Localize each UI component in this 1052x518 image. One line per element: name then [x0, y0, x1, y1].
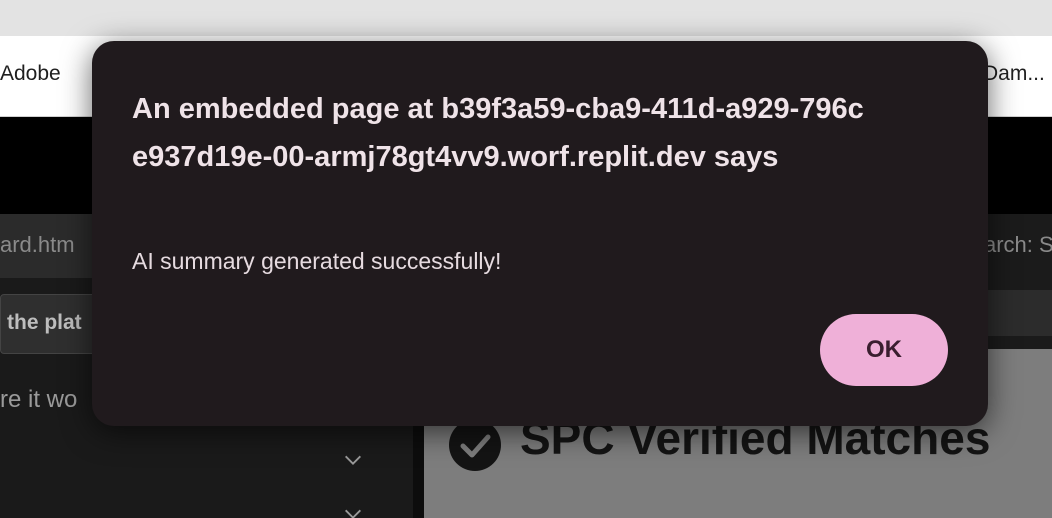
- chevron-down-icon[interactable]: [342, 449, 364, 471]
- search-input[interactable]: [979, 290, 1052, 336]
- panel-description: re it wo: [0, 386, 78, 413]
- prompt-input-text: the plat: [7, 311, 82, 334]
- browser-window: Adobe Dam... ard.htm the plat re it wo a…: [0, 0, 1052, 518]
- dialog-title: An embedded page at b39f3a59-cba9-411d-a…: [132, 93, 864, 173]
- bookmark-adobe[interactable]: Adobe: [0, 62, 61, 86]
- ok-button[interactable]: OK: [820, 314, 948, 386]
- browser-tab-strip: [0, 0, 1052, 36]
- search-label: arch: S: [984, 232, 1052, 257]
- alert-dialog: An embedded page at b39f3a59-cba9-411d-a…: [92, 41, 988, 426]
- bookmark-truncated[interactable]: Dam...: [983, 62, 1045, 86]
- file-path-text: ard.htm: [0, 232, 75, 257]
- dialog-message: AI summary generated successfully!: [132, 248, 502, 274]
- check-circle-icon: [448, 418, 502, 472]
- chevron-down-icon[interactable]: [342, 503, 364, 518]
